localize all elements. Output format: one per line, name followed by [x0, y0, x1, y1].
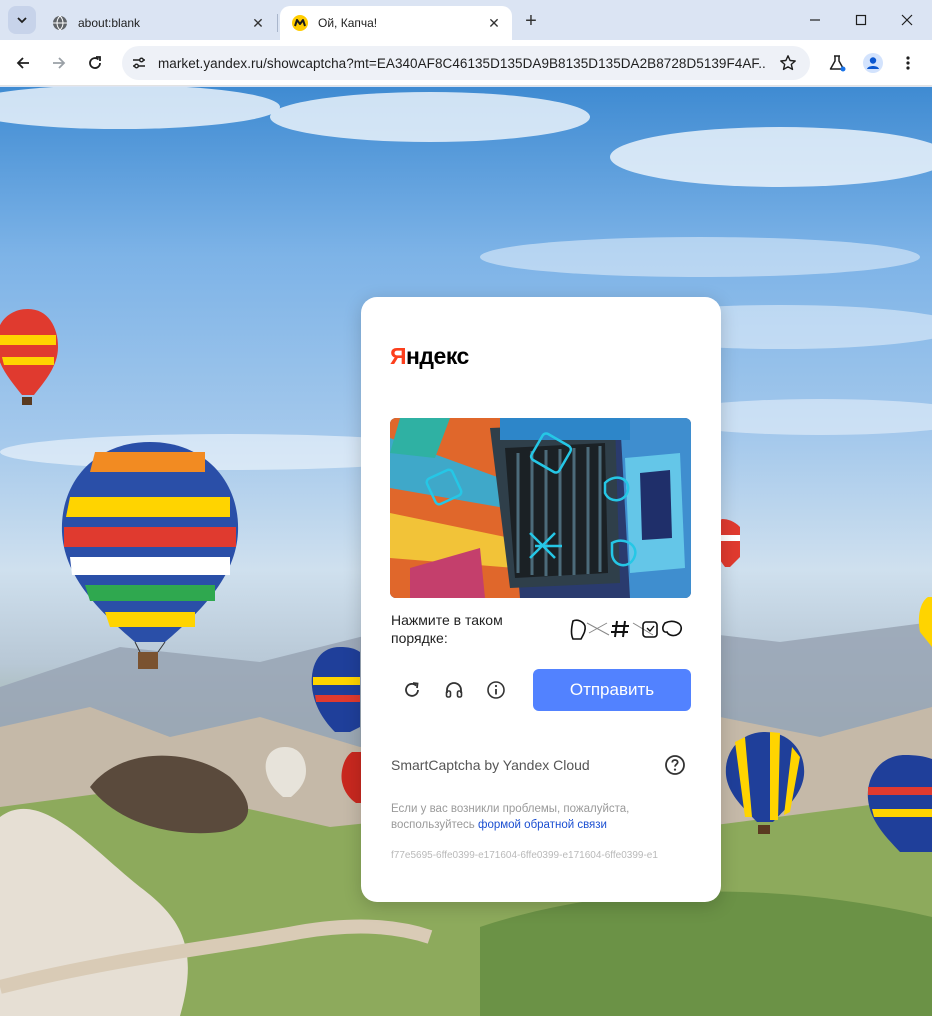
- submit-button[interactable]: Отправить: [533, 669, 691, 711]
- info-button[interactable]: [483, 677, 509, 703]
- logo-letter: Я: [390, 343, 407, 369]
- star-icon[interactable]: [778, 53, 798, 73]
- captcha-hash: f77e5695-6ffe0399-e171604-6ffe0399-e1716…: [391, 850, 658, 861]
- tab-strip: about:blank ✕ Ой, Капча! ✕ +: [0, 0, 932, 40]
- close-tab-icon[interactable]: ✕: [248, 13, 268, 33]
- hill-right: [480, 891, 932, 1016]
- tab-separator: [277, 14, 278, 32]
- tab-title: Ой, Капча!: [318, 16, 378, 30]
- page-viewport: Яндекс Нажмите в таком порядке: Отправит…: [0, 87, 932, 1016]
- captcha-target-icons: [570, 619, 683, 640]
- feedback-note: Если у вас возникли проблемы, пожалуйста…: [391, 801, 681, 833]
- refresh-icon: [405, 682, 419, 697]
- reload-icon: [89, 56, 101, 69]
- minimize-icon[interactable]: [792, 0, 838, 40]
- forward-button[interactable]: [44, 48, 74, 78]
- profile-button[interactable]: [858, 48, 888, 78]
- back-icon: [16, 57, 29, 69]
- menu-button[interactable]: [893, 48, 923, 78]
- balloon-small-left: [0, 309, 58, 405]
- yandex-logo: Яндекс: [390, 343, 469, 370]
- feedback-form-link[interactable]: формой обратной связи: [478, 819, 607, 831]
- profile-icon: [863, 53, 883, 73]
- globe-icon: [53, 15, 67, 31]
- tab-title: about:blank: [78, 16, 141, 30]
- reload-button[interactable]: [80, 48, 110, 78]
- close-icon[interactable]: [884, 0, 930, 40]
- captcha-prompt: Нажмите в таком порядке:: [391, 612, 503, 646]
- audio-captcha-button[interactable]: [441, 677, 467, 703]
- address-bar[interactable]: market.yandex.ru/showcaptcha?mt=EA340AF8…: [122, 46, 810, 80]
- tab-captcha[interactable]: Ой, Капча! ✕: [280, 6, 512, 40]
- url-text[interactable]: market.yandex.ru/showcaptcha?mt=EA340AF8…: [158, 56, 766, 71]
- forward-icon: [53, 57, 66, 69]
- refresh-captcha-button[interactable]: [399, 677, 425, 703]
- back-button[interactable]: [8, 48, 38, 78]
- tab-about-blank[interactable]: about:blank ✕: [40, 6, 276, 40]
- labs-icon: [829, 55, 846, 72]
- close-tab-icon[interactable]: ✕: [484, 13, 504, 33]
- tab-search-button[interactable]: [8, 6, 36, 34]
- maximize-icon[interactable]: [838, 0, 884, 40]
- yandex-market-icon: [292, 15, 308, 31]
- help-icon[interactable]: [664, 754, 686, 776]
- labs-button[interactable]: [822, 48, 852, 78]
- captcha-picture: [390, 418, 691, 598]
- captcha-card: Яндекс Нажмите в таком порядке: Отправит…: [361, 297, 721, 902]
- info-icon: [487, 681, 505, 699]
- new-tab-button[interactable]: +: [518, 8, 544, 34]
- balloon-large: [61, 442, 239, 669]
- chevron-down-icon: [17, 17, 27, 24]
- smartcaptcha-brand: SmartCaptcha by Yandex Cloud: [391, 757, 590, 773]
- menu-icon: [906, 56, 910, 70]
- logo-text: ндекс: [406, 343, 469, 369]
- browser-toolbar: market.yandex.ru/showcaptcha?mt=EA340AF8…: [0, 40, 932, 86]
- captcha-image[interactable]: [390, 418, 691, 598]
- site-settings-icon[interactable]: [128, 52, 150, 74]
- headphones-icon: [445, 682, 463, 698]
